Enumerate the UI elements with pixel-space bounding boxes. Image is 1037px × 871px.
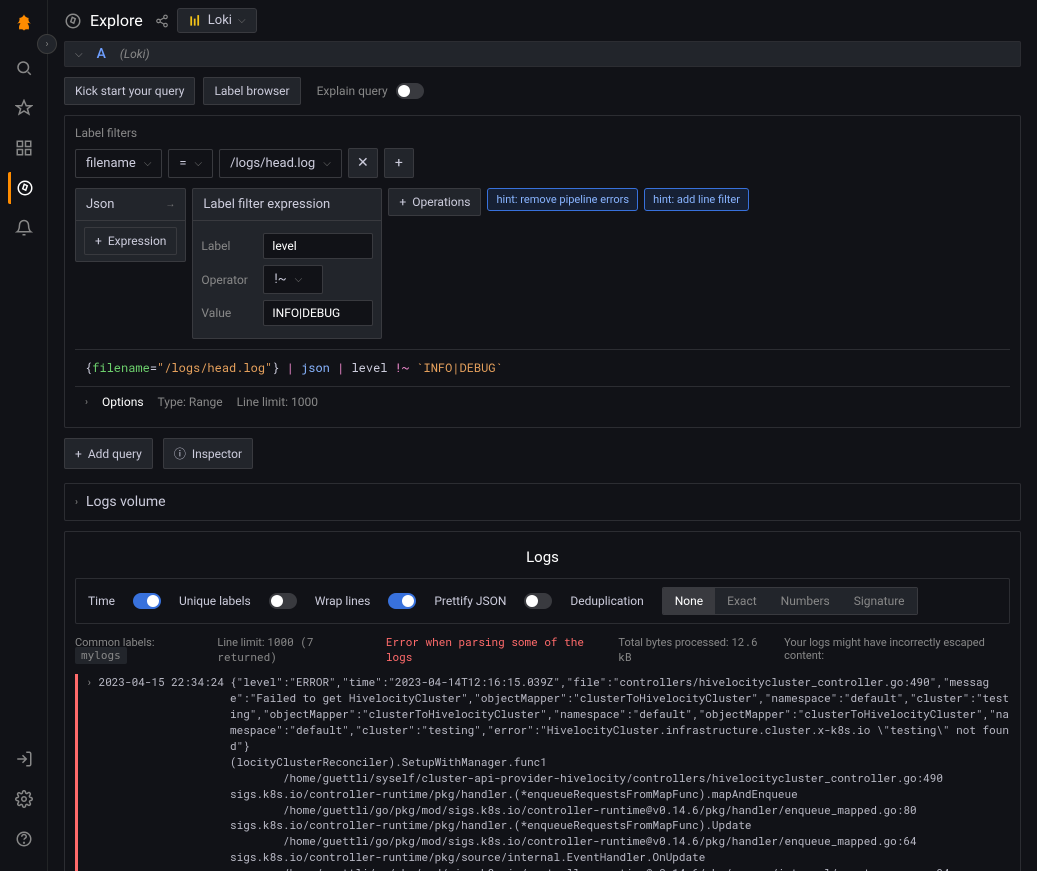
explain-query-label: Explain query bbox=[317, 84, 388, 98]
add-expression-button[interactable]: +Expression bbox=[84, 227, 177, 255]
label-filters-title: Label filters bbox=[75, 126, 1010, 140]
common-label-tag: mylogs bbox=[75, 647, 127, 664]
parse-error-text: Error when parsing some of the logs bbox=[386, 634, 601, 664]
add-filter-button[interactable]: + bbox=[384, 148, 414, 178]
query-preview: {filename="/logs/head.log"} | json | lev… bbox=[75, 349, 1010, 386]
query-letter: A bbox=[97, 46, 106, 62]
filter-value-select[interactable]: /logs/head.log⌵ bbox=[219, 149, 342, 178]
filter-op-select[interactable]: =⌵ bbox=[168, 149, 213, 178]
share-icon[interactable] bbox=[155, 14, 169, 28]
kick-start-query-button[interactable]: Kick start your query bbox=[64, 77, 195, 105]
grafana-logo bbox=[10, 12, 38, 40]
log-row[interactable]: › 2023-04-15 22:34:24 {"level":"ERROR","… bbox=[75, 674, 1010, 871]
nav-signin-icon[interactable] bbox=[8, 743, 40, 775]
datasource-name: Loki bbox=[208, 13, 232, 28]
dedup-segmented[interactable]: None Exact Numbers Signature bbox=[662, 587, 918, 615]
nav-alerting-icon[interactable] bbox=[8, 212, 40, 244]
nav-explore-icon[interactable] bbox=[8, 172, 40, 204]
log-message: {"level":"ERROR","time":"2023-04-14T12:1… bbox=[230, 674, 1010, 871]
arrow-right-icon: → bbox=[165, 199, 175, 210]
label-browser-button[interactable]: Label browser bbox=[203, 77, 300, 105]
lfe-value-input[interactable] bbox=[263, 300, 373, 326]
topbar: Explore Loki ⌵ bbox=[48, 0, 1037, 41]
logs-panel: Logs Time Unique labels Wrap lines Prett… bbox=[64, 531, 1021, 871]
lfe-operator-select[interactable]: !~⌵ bbox=[263, 265, 323, 294]
time-toggle[interactable] bbox=[133, 593, 161, 609]
query-datasource-badge: (Loki) bbox=[120, 47, 150, 61]
page-title: Explore bbox=[90, 11, 143, 30]
label-filter-expression-card: Label filter expression Label Operator !… bbox=[192, 188, 382, 339]
add-query-button[interactable]: +Add query bbox=[64, 438, 153, 469]
log-level-bar-error bbox=[75, 674, 78, 871]
explain-query-toggle[interactable] bbox=[396, 83, 424, 99]
nav-expand-toggle[interactable]: › bbox=[37, 34, 57, 54]
inspector-button[interactable]: ⓘInspector bbox=[163, 438, 253, 469]
wrap-lines-toggle[interactable] bbox=[388, 593, 416, 609]
filter-key-select[interactable]: filename⌵ bbox=[75, 149, 162, 178]
hint-add-line-filter[interactable]: hint: add line filter bbox=[644, 188, 749, 211]
loki-icon bbox=[188, 14, 202, 28]
unique-labels-toggle[interactable] bbox=[269, 593, 297, 609]
query-row-header[interactable]: ⌵ A (Loki) bbox=[64, 41, 1021, 67]
query-options-row[interactable]: › Options Type: Range Line limit: 1000 bbox=[75, 386, 1010, 417]
datasource-picker[interactable]: Loki ⌵ bbox=[177, 8, 257, 33]
chevron-down-icon: ⌵ bbox=[238, 15, 246, 26]
explore-icon bbox=[64, 12, 82, 30]
nav-help-icon[interactable] bbox=[8, 823, 40, 855]
remove-filter-button[interactable]: ✕ bbox=[348, 148, 378, 178]
log-timestamp: 2023-04-15 22:34:24 bbox=[99, 674, 224, 871]
logs-title: Logs bbox=[75, 542, 1010, 578]
chevron-right-icon[interactable]: › bbox=[86, 674, 93, 871]
nav-star-icon[interactable] bbox=[8, 92, 40, 124]
hint-remove-pipeline-errors[interactable]: hint: remove pipeline errors bbox=[487, 188, 638, 211]
sidebar-nav: › bbox=[0, 0, 48, 871]
logs-volume-panel[interactable]: › Logs volume bbox=[64, 483, 1021, 521]
nav-config-icon[interactable] bbox=[8, 783, 40, 815]
chevron-down-icon: ⌵ bbox=[75, 49, 83, 60]
nav-dashboards-icon[interactable] bbox=[8, 132, 40, 164]
json-op-card: Json→ +Expression bbox=[75, 188, 186, 262]
nav-search-icon[interactable] bbox=[8, 52, 40, 84]
info-icon: ⓘ bbox=[174, 445, 186, 462]
lfe-label-input[interactable] bbox=[263, 233, 373, 259]
prettify-json-toggle[interactable] bbox=[524, 593, 552, 609]
add-operations-button[interactable]: +Operations bbox=[388, 188, 481, 216]
